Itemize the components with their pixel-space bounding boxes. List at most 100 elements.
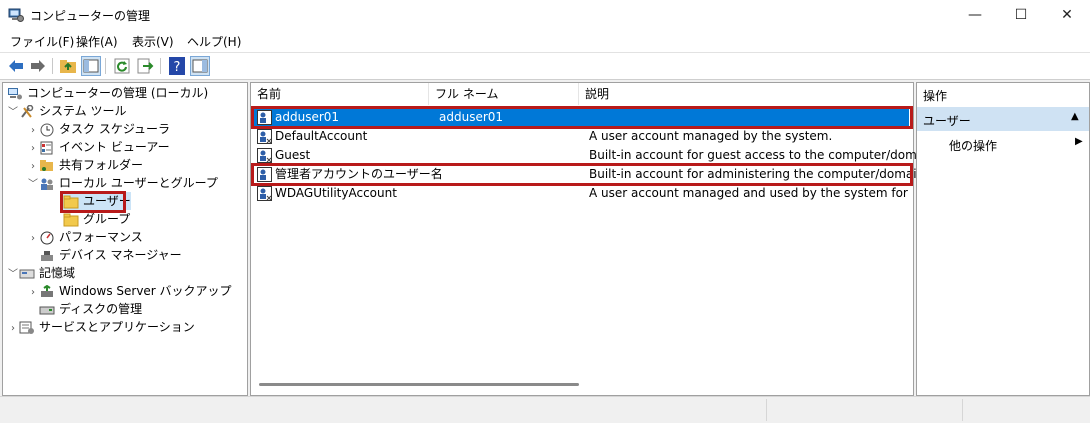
tree-node-task-scheduler[interactable]: › タスク スケジューラ	[27, 120, 170, 138]
export-list-icon[interactable]	[135, 56, 155, 76]
status-divider	[766, 399, 767, 421]
table-row[interactable]: WDAGUtilityAccount A user account manage…	[253, 184, 911, 203]
menu-action[interactable]: 操作(A)	[76, 33, 118, 50]
user-icon	[257, 167, 272, 182]
cell-description: Built-in account for guest access to the…	[589, 148, 936, 162]
performance-icon	[40, 231, 54, 244]
forward-arrow-icon[interactable]	[28, 56, 48, 76]
actions-section-label: ユーザー	[923, 114, 971, 128]
cell-name: 管理者アカウントのユーザー名	[275, 167, 443, 181]
refresh-icon[interactable]	[112, 56, 132, 76]
shared-folder-icon	[40, 159, 53, 171]
cell-name: Guest	[275, 148, 311, 162]
chevron-down-icon[interactable]: ﹀	[7, 266, 19, 284]
close-button[interactable]: ✕	[1044, 0, 1090, 30]
users-groups-icon	[41, 178, 53, 190]
tree-label: 共有フォルダー	[59, 158, 144, 172]
maximize-button[interactable]: ☐	[998, 0, 1044, 30]
menu-bar: ファイル(F) 操作(A) 表示(V) ヘルプ(H)	[0, 30, 1090, 53]
user-icon	[257, 186, 272, 201]
tree-label: デバイス マネージャー	[59, 248, 182, 262]
tree-node-performance[interactable]: › パフォーマンス	[27, 228, 143, 246]
show-hide-tree-icon[interactable]	[81, 56, 101, 76]
status-bar	[0, 396, 1090, 423]
cell-fullname: adduser01	[439, 110, 504, 124]
menu-view[interactable]: 表示(V)	[132, 33, 174, 50]
folder-icon	[63, 213, 79, 226]
user-list-pane: 名前 フル ネーム 説明 adduser01 adduser01 Default…	[250, 82, 935, 396]
user-icon	[257, 110, 272, 125]
tree-node-disk-management[interactable]: ディスクの管理	[39, 300, 142, 318]
cell-name: DefaultAccount	[275, 129, 368, 143]
tree-node-root[interactable]: コンピューターの管理 (ローカル)	[7, 84, 208, 102]
show-action-pane-icon[interactable]	[190, 56, 210, 76]
tree-label: システム ツール	[39, 104, 127, 118]
tree-node-services-apps[interactable]: › サービスとアプリケーション	[7, 318, 195, 336]
folder-icon	[63, 195, 79, 208]
cell-name: adduser01	[275, 110, 340, 124]
tree-label: タスク スケジューラ	[59, 122, 170, 136]
services-icon	[19, 321, 34, 334]
toolbar: ?	[0, 53, 1090, 80]
tree-label: ユーザー	[83, 194, 131, 208]
window-title: コンピューターの管理	[30, 9, 151, 23]
tree-node-users[interactable]: ユーザー	[63, 192, 131, 210]
minimize-button[interactable]: —	[952, 0, 998, 30]
status-divider	[962, 399, 963, 421]
tree-label: パフォーマンス	[59, 230, 143, 244]
user-icon	[257, 129, 272, 144]
chevron-down-icon[interactable]: ﹀	[7, 104, 19, 122]
tree-node-device-manager[interactable]: デバイス マネージャー	[39, 246, 182, 264]
tree-node-shared-folders[interactable]: › 共有フォルダー	[27, 156, 143, 174]
tree-node-groups[interactable]: グループ	[63, 210, 130, 228]
title-bar: コンピューターの管理 — ☐ ✕	[0, 0, 1090, 30]
tree-node-windows-backup[interactable]: › Windows Server バックアップ	[27, 282, 232, 300]
cell-description: A user account managed by the system.	[589, 129, 833, 143]
disk-icon	[39, 306, 55, 314]
tree-label: サービスとアプリケーション	[39, 320, 195, 334]
horizontal-scrollbar[interactable]	[259, 383, 579, 386]
cell-description: A user account managed and used by the s…	[589, 186, 911, 200]
column-header-description[interactable]: 説明	[579, 83, 913, 105]
tree-node-storage[interactable]: ﹀ 記憶域	[7, 264, 75, 282]
up-folder-icon[interactable]	[58, 56, 78, 76]
toolbar-separator	[52, 58, 53, 74]
table-row[interactable]: adduser01 adduser01	[253, 108, 909, 127]
computer-management-icon	[8, 8, 24, 22]
actions-pane: 操作 ユーザー ▲ 他の操作 ▶	[916, 82, 1090, 396]
computer-management-icon	[8, 87, 22, 99]
menu-help[interactable]: ヘルプ(H)	[187, 33, 241, 50]
collapse-up-icon[interactable]: ▲	[1071, 111, 1079, 122]
tree-label: ローカル ユーザーとグループ	[59, 176, 218, 190]
help-icon[interactable]: ?	[167, 56, 187, 76]
user-icon	[257, 148, 272, 163]
tree-label: ディスクの管理	[59, 302, 143, 316]
tree-label: コンピューターの管理 (ローカル)	[27, 86, 209, 100]
chevron-right-icon: ▶	[1075, 136, 1083, 147]
table-row[interactable]: DefaultAccount A user account managed by…	[253, 127, 909, 146]
tree-label: Windows Server バックアップ	[59, 284, 232, 298]
chevron-right-icon[interactable]: ›	[7, 320, 19, 338]
back-arrow-icon[interactable]	[6, 56, 26, 76]
tree-node-local-users-groups[interactable]: ﹀ ローカル ユーザーとグループ	[27, 174, 218, 192]
event-viewer-icon	[40, 141, 53, 154]
chevron-right-icon[interactable]: ›	[27, 230, 39, 248]
cell-name: WDAGUtilityAccount	[275, 186, 397, 200]
column-header-name[interactable]: 名前	[251, 83, 429, 105]
tree-node-event-viewer[interactable]: › イベント ビューアー	[27, 138, 170, 156]
tree-label: グループ	[83, 212, 131, 226]
tree-node-system-tools[interactable]: ﹀ システム ツール	[7, 102, 126, 120]
column-header-fullname[interactable]: フル ネーム	[429, 83, 579, 105]
chevron-down-icon[interactable]: ﹀	[27, 176, 39, 194]
actions-section[interactable]: ユーザー ▲	[917, 107, 1089, 131]
table-row[interactable]: Guest Built-in account for guest access …	[253, 146, 935, 165]
table-row[interactable]: 管理者アカウントのユーザー名 Built-in account for admi…	[253, 165, 924, 184]
toolbar-separator	[105, 58, 106, 74]
chevron-right-icon[interactable]: ›	[27, 284, 39, 302]
device-manager-icon	[41, 250, 53, 261]
tree-label: イベント ビューアー	[59, 140, 170, 154]
menu-file[interactable]: ファイル(F)	[10, 33, 74, 50]
more-actions-item[interactable]: 他の操作 ▶	[917, 135, 1089, 153]
tools-icon	[21, 104, 34, 118]
tree-label: 記憶域	[39, 266, 76, 280]
